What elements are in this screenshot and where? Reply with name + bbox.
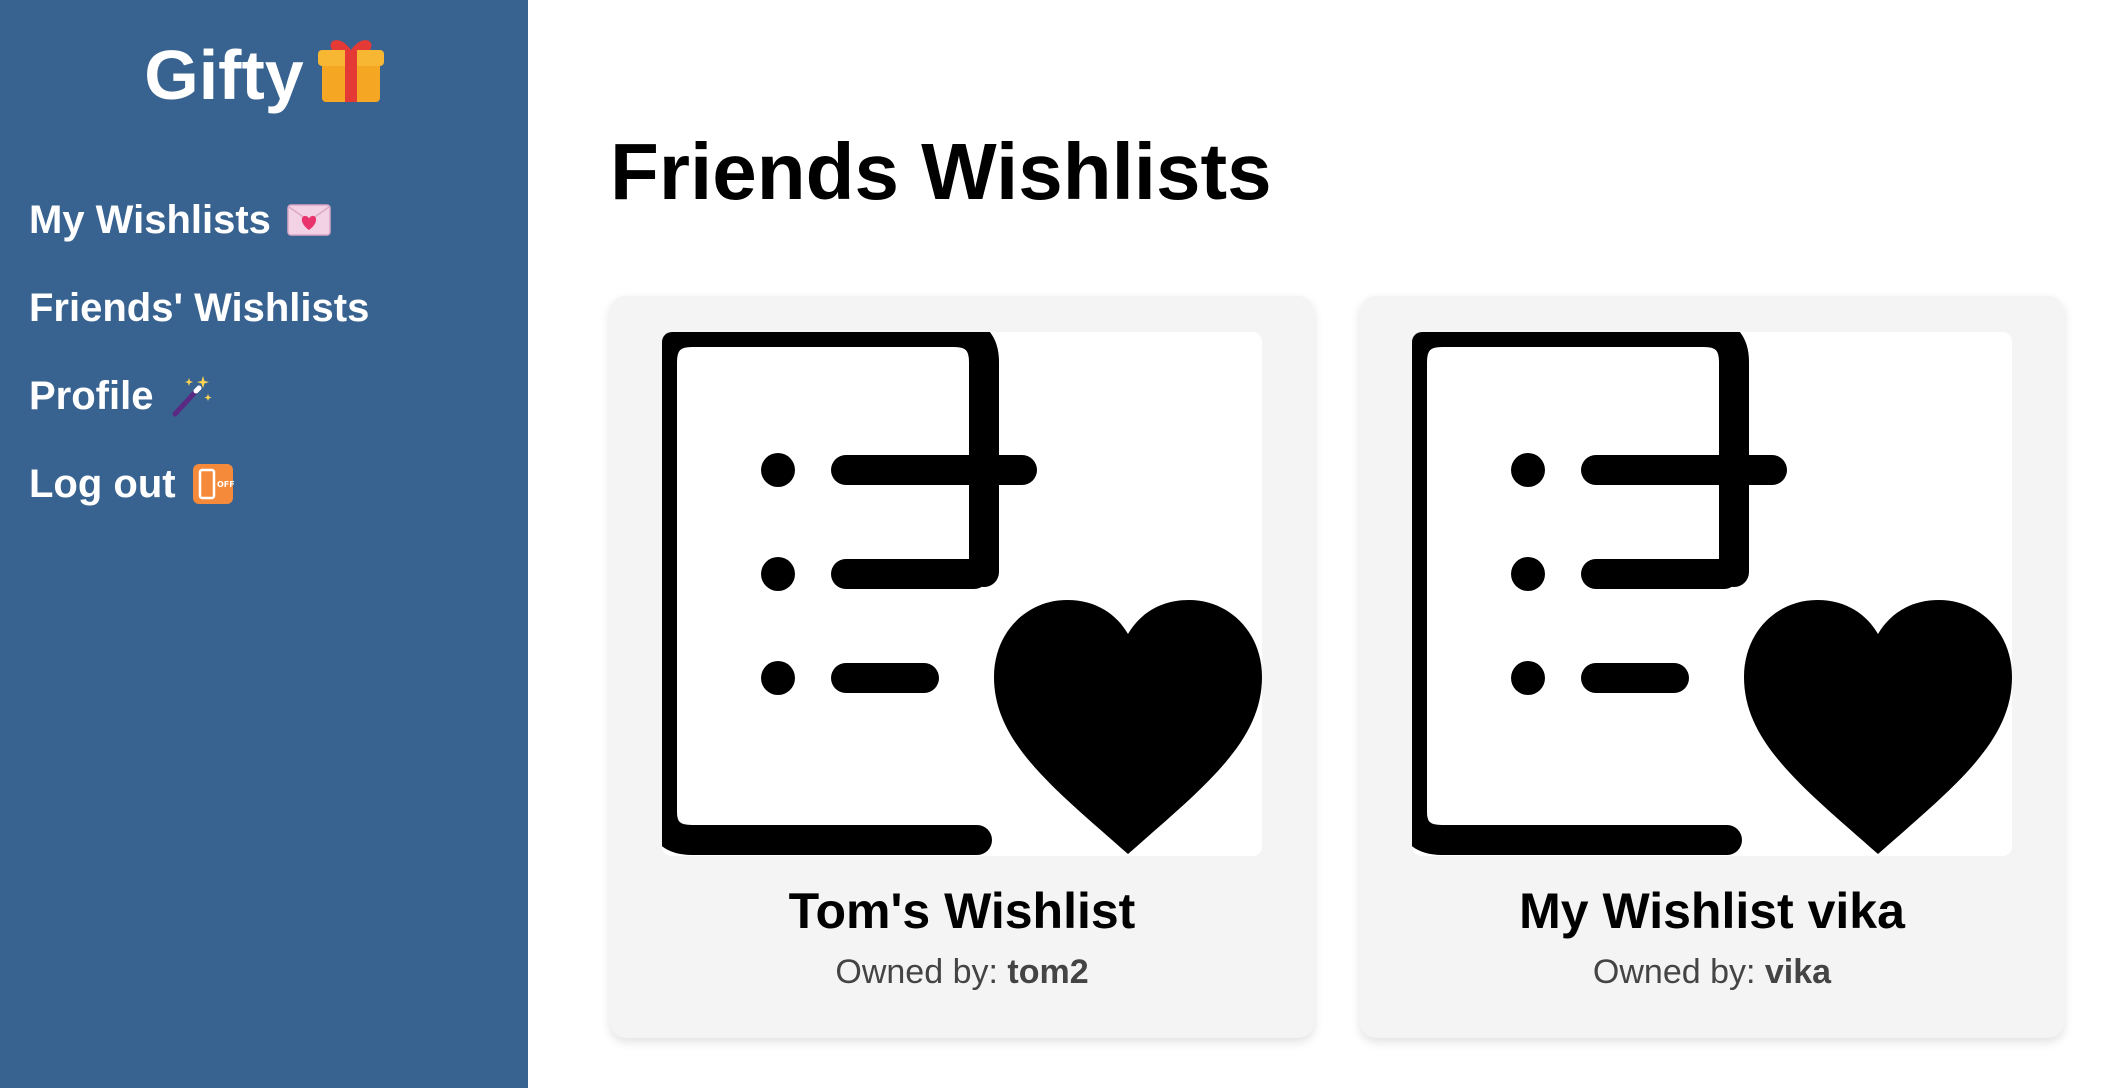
owner-prefix: Owned by: xyxy=(1592,953,1756,991)
wishlist-title: My Wishlist vika xyxy=(1519,883,1905,939)
sidebar-item-friends-wishlists[interactable]: Friends' Wishlists xyxy=(29,278,369,338)
wishlist-owner: Owned by: tom2 xyxy=(610,950,1314,994)
love-letter-icon xyxy=(287,204,331,236)
wishlist-heart-icon xyxy=(1412,332,2012,856)
sidebar: Gifty My Wishlists Friends' Wishlists Pr… xyxy=(0,0,528,1088)
page-title: Friends Wishlists xyxy=(610,127,1272,216)
owner-name: tom2 xyxy=(1007,953,1089,991)
svg-text:OFF: OFF xyxy=(217,480,234,489)
wishlist-owner: Owned by: vika xyxy=(1360,950,2064,994)
magic-wand-icon xyxy=(169,374,213,418)
sidebar-item-log-out[interactable]: Log out OFF xyxy=(29,454,369,514)
mobile-phone-off-icon: OFF xyxy=(192,463,234,505)
sidebar-nav: My Wishlists Friends' Wishlists Profile xyxy=(29,190,369,542)
wishlist-grid: Tom's Wishlist Owned by: tom2 My Wishlis… xyxy=(610,296,2064,1038)
sidebar-item-label: My Wishlists xyxy=(29,197,271,242)
sidebar-item-label: Log out xyxy=(29,461,176,506)
app-root: Gifty My Wishlists Friends' Wishlists Pr… xyxy=(0,0,2118,1088)
owner-prefix: Owned by: xyxy=(835,953,998,991)
gift-icon xyxy=(317,30,384,125)
main-content: Friends Wishlists Tom's Wishlist Owned b… xyxy=(528,0,2118,1088)
sidebar-item-profile[interactable]: Profile xyxy=(29,366,369,426)
wishlist-title: Tom's Wishlist xyxy=(788,883,1136,939)
brand[interactable]: Gifty xyxy=(0,30,528,125)
wishlist-card[interactable]: Tom's Wishlist Owned by: tom2 xyxy=(610,296,1314,1038)
sidebar-item-label: Profile xyxy=(29,373,154,418)
sidebar-item-my-wishlists[interactable]: My Wishlists xyxy=(29,190,369,250)
brand-title: Gifty xyxy=(144,36,304,114)
sidebar-item-label: Friends' Wishlists xyxy=(29,285,370,330)
wishlist-heart-icon xyxy=(662,332,1262,856)
wishlist-card[interactable]: My Wishlist vika Owned by: vika xyxy=(1360,296,2064,1038)
owner-name: vika xyxy=(1764,953,1832,991)
